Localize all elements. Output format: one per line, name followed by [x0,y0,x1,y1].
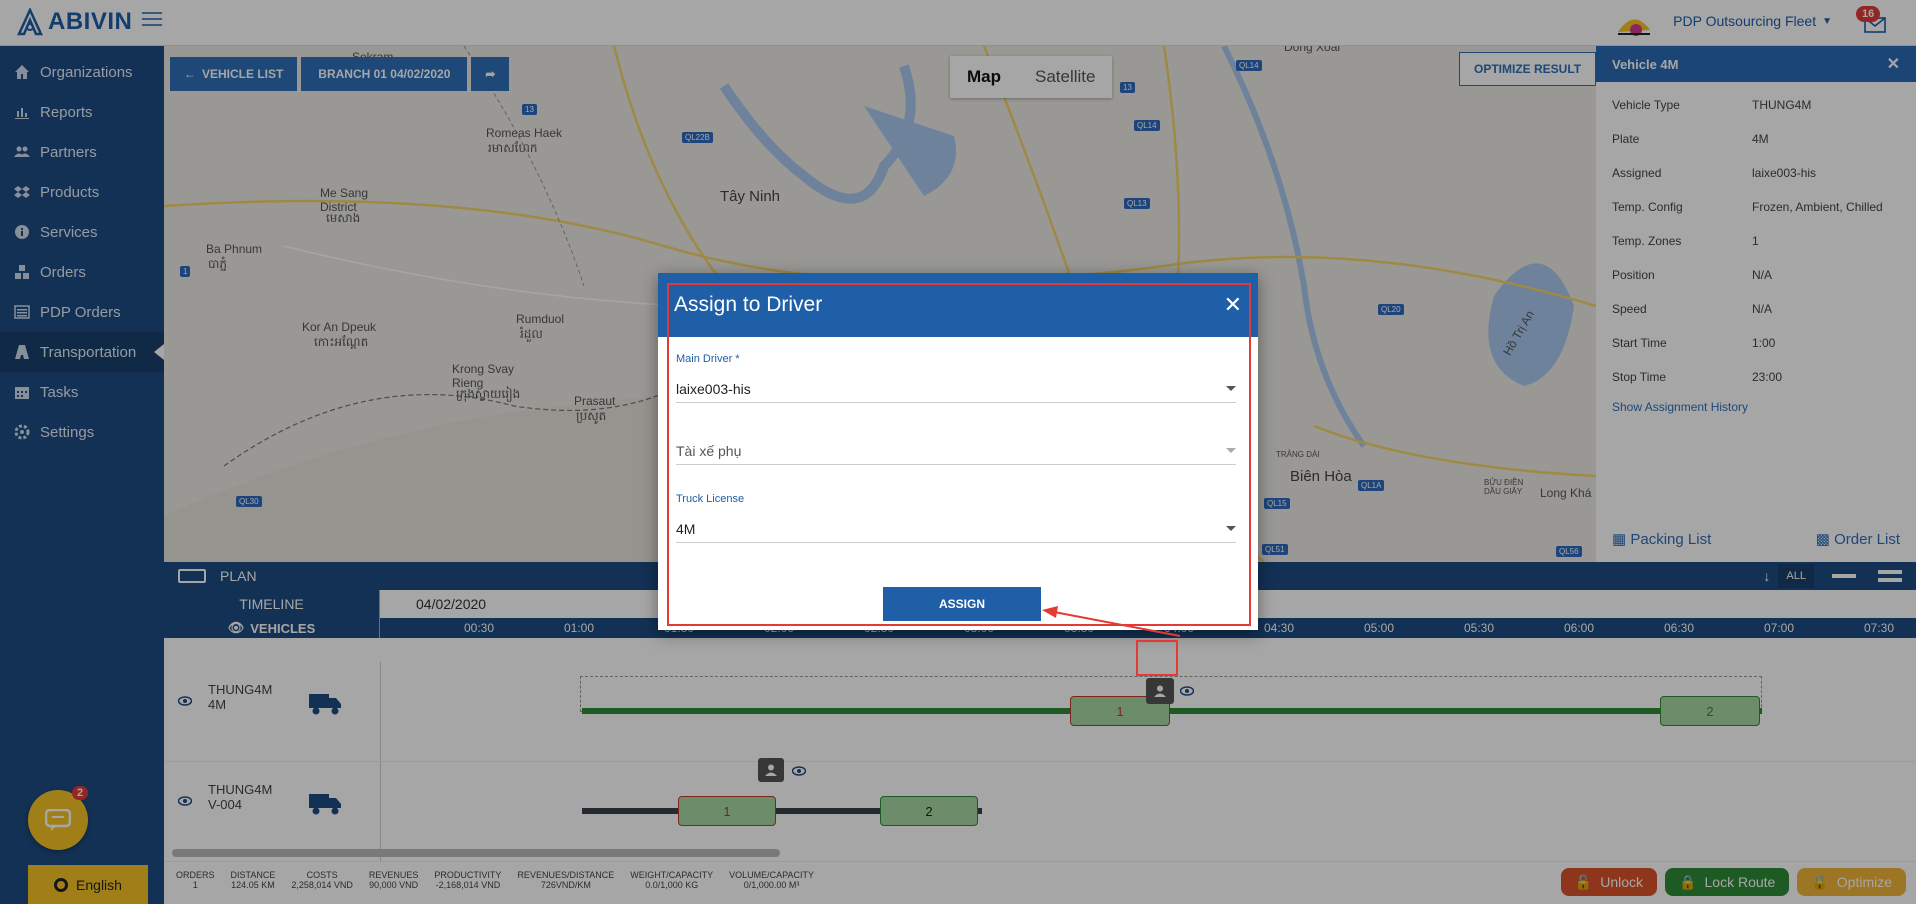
highlight-box [667,283,1251,626]
highlight-box [1136,640,1178,676]
annotation-arrow [1042,606,1181,637]
